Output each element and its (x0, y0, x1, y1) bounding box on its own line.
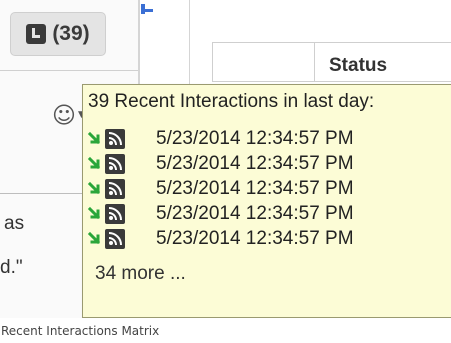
figure-caption: Recent Interactions Matrix (1, 324, 160, 338)
interaction-row[interactable]: 5/23/2014 12:34:57 PM (87, 151, 354, 176)
rss-feed-icon (105, 228, 125, 249)
interaction-time: 5/23/2014 12:34:57 PM (156, 202, 354, 224)
interaction-row[interactable]: 5/23/2014 12:34:57 PM (87, 126, 354, 151)
recent-interactions-button[interactable]: (39) (10, 12, 106, 56)
rss-feed-icon (105, 178, 125, 199)
interaction-time: 5/23/2014 12:34:57 PM (156, 127, 354, 149)
interaction-row[interactable]: 5/23/2014 12:34:57 PM (87, 201, 354, 226)
inbound-arrow-icon (87, 231, 101, 244)
interaction-time: 5/23/2014 12:34:57 PM (156, 177, 354, 199)
transcript-text: d." (0, 257, 23, 278)
interaction-time: 5/23/2014 12:34:57 PM (156, 152, 354, 174)
interaction-list: 5/23/2014 12:34:57 PM 5/23/2014 12:34:57 … (87, 126, 354, 251)
screenshot-frame: (39) ☺ ▼ as d." Status 39 Recent Interac… (0, 0, 451, 318)
interaction-row[interactable]: 5/23/2014 12:34:57 PM (87, 176, 354, 201)
inbound-arrow-icon (87, 206, 101, 219)
selection-marker-tick (141, 9, 153, 12)
rss-feed-icon (105, 153, 125, 174)
left-pane-divider (0, 70, 138, 71)
column-header-status[interactable]: Status (329, 55, 387, 77)
recent-interactions-tooltip: 39 Recent Interactions in last day: 5/23… (82, 84, 451, 318)
recent-interactions-count: (39) (52, 22, 90, 45)
rss-feed-icon (105, 203, 125, 224)
inbound-arrow-icon (87, 156, 101, 169)
inbound-arrow-icon (87, 131, 101, 144)
interaction-time: 5/23/2014 12:34:57 PM (156, 227, 354, 249)
interaction-row[interactable]: 5/23/2014 12:34:57 PM (87, 226, 354, 251)
tooltip-title: 39 Recent Interactions in last day: (88, 91, 375, 112)
inbound-arrow-icon (87, 181, 101, 194)
column-divider[interactable] (314, 42, 315, 82)
more-interactions-link[interactable]: 34 more ... (95, 263, 186, 285)
transcript-text: as (4, 213, 25, 234)
history-icon (26, 24, 47, 44)
rss-feed-icon (105, 128, 125, 149)
emoji-icon[interactable]: ☺ (52, 103, 76, 129)
